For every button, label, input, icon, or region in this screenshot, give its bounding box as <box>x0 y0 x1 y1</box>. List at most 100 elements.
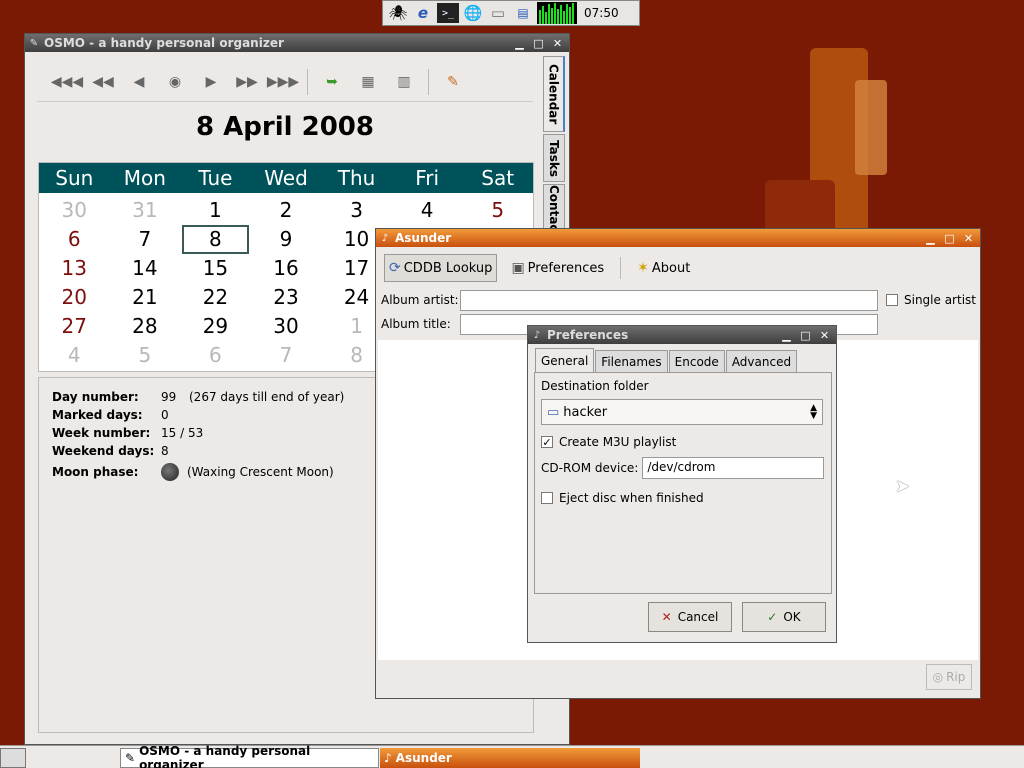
ok-button[interactable]: ✓ OK <box>742 602 826 632</box>
prev-month-icon[interactable]: ◀◀ <box>89 68 117 96</box>
calendar-day[interactable]: 4 <box>39 341 110 370</box>
calendar-day[interactable]: 7 <box>110 225 181 254</box>
calendar-day[interactable]: 5 <box>462 196 533 225</box>
prev-year-icon[interactable]: ◀◀◀ <box>51 68 83 96</box>
create-m3u-checkbox[interactable]: ✓ <box>541 436 553 449</box>
osmo-title: OSMO - a handy personal organizer <box>44 36 284 50</box>
calendar-day[interactable]: 31 <box>110 196 181 225</box>
tab-encode[interactable]: Encode <box>668 350 725 372</box>
osmo-side-tabs: Calendar Tasks Contacts <box>543 56 567 248</box>
calendar-day[interactable]: 22 <box>180 283 251 312</box>
calendar-day[interactable]: 2 <box>251 196 322 225</box>
calendar-day[interactable]: 27 <box>39 312 110 341</box>
close-button[interactable]: ✕ <box>816 328 833 343</box>
calendar-day[interactable]: 13 <box>39 254 110 283</box>
taskbar-item-osmo[interactable]: ✎ OSMO - a handy personal organizer <box>120 744 379 768</box>
calendar-day[interactable]: 15 <box>180 254 251 283</box>
calendar-day[interactable]: 5 <box>110 341 181 370</box>
maximize-button[interactable]: □ <box>941 231 958 246</box>
asunder-titlebar[interactable]: ♪ Asunder ▁ □ ✕ <box>376 229 980 247</box>
minimize-button[interactable]: ▁ <box>778 328 795 343</box>
terminal-icon[interactable]: >_ <box>437 3 459 23</box>
today-icon[interactable]: ◉ <box>161 68 189 96</box>
globe-icon[interactable]: 🌐 <box>462 3 484 23</box>
weekday-label: Tue <box>198 166 233 190</box>
preferences-label: Preferences <box>527 260 605 276</box>
rip-button[interactable]: ◎ Rip <box>926 664 972 690</box>
preferences-titlebar[interactable]: ♪ Preferences ▁ □ ✕ <box>528 326 836 344</box>
calendar-day[interactable]: 1 <box>180 196 251 225</box>
cddb-lookup-button[interactable]: ⟳ CDDB Lookup <box>384 254 498 282</box>
jump-to-date-icon[interactable]: ➥ <box>318 68 346 96</box>
album-artist-input[interactable] <box>460 289 878 311</box>
tab-filenames[interactable]: Filenames <box>595 350 668 372</box>
calendar-day[interactable]: 29 <box>180 312 251 341</box>
maximize-button[interactable]: □ <box>797 328 814 343</box>
calendar-day[interactable]: 6 <box>39 225 110 254</box>
calculator-icon[interactable]: ▥ <box>390 68 418 96</box>
osmo-app-icon: ✎ <box>29 37 39 49</box>
tab-tasks[interactable]: Tasks <box>543 134 565 182</box>
full-year-calendar-icon[interactable]: ▦ <box>354 68 382 96</box>
tab-advanced[interactable]: Advanced <box>725 350 798 372</box>
album-artist-row: Album artist: Single artist <box>381 289 976 311</box>
cancel-button[interactable]: ✕ Cancel <box>648 602 732 632</box>
minimize-button[interactable]: ▁ <box>922 231 939 246</box>
next-year-icon[interactable]: ▶▶▶ <box>267 68 299 96</box>
album-artist-label: Album artist: <box>381 293 459 307</box>
about-button[interactable]: ✶ About <box>633 254 694 282</box>
minimize-button[interactable]: ▁ <box>511 36 528 51</box>
ok-label: OK <box>783 610 801 624</box>
single-artist-checkbox[interactable] <box>886 294 898 306</box>
osmo-toolbar: ◀◀◀ ◀◀ ◀ ◉ ▶ ▶▶ ▶▶▶ ➥ ▦ ▥ ✎ <box>37 62 533 102</box>
day-number-label: Day number: <box>52 390 139 404</box>
preferences-button[interactable]: ▣ Preferences <box>507 254 608 282</box>
weekday-label: Sun <box>55 166 94 190</box>
close-button[interactable]: ✕ <box>960 231 977 246</box>
general-panel: Destination folder ▭ hacker ▲ ▼ ✓ Create … <box>534 372 832 594</box>
close-button[interactable]: ✕ <box>549 36 566 51</box>
calendar-day[interactable]: 3 <box>321 196 392 225</box>
next-month-icon[interactable]: ▶▶ <box>233 68 261 96</box>
eject-checkbox[interactable] <box>541 492 553 504</box>
preferences-dialog: ♪ Preferences ▁ □ ✕ General Filenames En… <box>527 325 837 643</box>
network-icon[interactable]: ▤ <box>512 3 534 23</box>
spider-icon[interactable]: 🕷 <box>387 3 409 23</box>
taskbar-item-asunder[interactable]: ♪ Asunder <box>380 748 640 768</box>
calendar-day[interactable]: 6 <box>180 341 251 370</box>
show-desktop-icon[interactable] <box>0 748 26 768</box>
select-arrows-icon: ▲ ▼ <box>810 403 817 421</box>
week-number-value: 15 / 53 <box>161 426 204 440</box>
prev-day-icon[interactable]: ◀ <box>125 68 153 96</box>
calendar-day[interactable]: 23 <box>251 283 322 312</box>
next-day-icon[interactable]: ▶ <box>197 68 225 96</box>
calendar-day[interactable]: 20 <box>39 283 110 312</box>
day-number-value: 99 <box>161 390 177 404</box>
destination-folder-value: hacker <box>563 404 608 420</box>
osmo-titlebar[interactable]: ✎ OSMO - a handy personal organizer ▁ □ … <box>25 34 569 52</box>
maximize-button[interactable]: □ <box>530 36 547 51</box>
cpu-monitor <box>537 2 577 24</box>
calendar-day[interactable]: 28 <box>110 312 181 341</box>
calendar-day[interactable]: 7 <box>251 341 322 370</box>
cddb-lookup-label: CDDB Lookup <box>403 260 493 276</box>
calendar-day[interactable]: 9 <box>251 225 322 254</box>
moon-icon <box>161 463 179 481</box>
ie-icon[interactable]: e <box>412 3 434 23</box>
calendar-day[interactable]: 14 <box>110 254 181 283</box>
edit-note-icon[interactable]: ✎ <box>439 68 467 96</box>
drive-icon[interactable]: ▭ <box>487 3 509 23</box>
cdrom-input[interactable]: /dev/cdrom <box>642 457 825 479</box>
tab-general[interactable]: General <box>535 348 595 372</box>
preferences-app-icon: ♪ <box>533 329 541 341</box>
calendar-day[interactable]: 16 <box>251 254 322 283</box>
calendar-day[interactable]: 30 <box>39 196 110 225</box>
tab-calendar[interactable]: Calendar <box>543 56 565 132</box>
calendar-day[interactable]: 4 <box>392 196 463 225</box>
calendar-day-selected[interactable]: 8 <box>182 225 249 254</box>
preferences-title: Preferences <box>547 328 629 342</box>
destination-folder-select[interactable]: ▭ hacker ▲ ▼ <box>541 399 823 425</box>
cdrom-label: CD-ROM device: <box>541 461 639 475</box>
calendar-day[interactable]: 30 <box>251 312 322 341</box>
calendar-day[interactable]: 21 <box>110 283 181 312</box>
